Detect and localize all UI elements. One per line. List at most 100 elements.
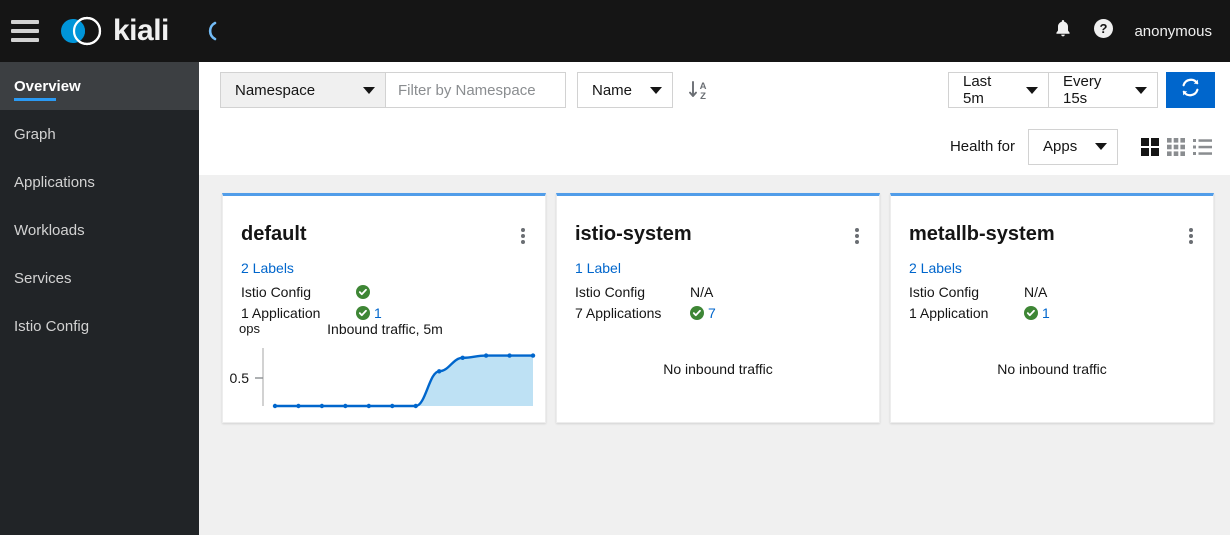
sidebar-item-label: Applications — [14, 173, 95, 191]
sidebar-item-label: Workloads — [14, 221, 85, 239]
toolbar: Namespace Name A Z Las — [199, 62, 1230, 175]
spinner-arc-icon — [201, 19, 225, 43]
sidebar-item-graph[interactable]: Graph — [0, 110, 199, 158]
sidebar-item-label: Services — [14, 269, 72, 287]
applications-count[interactable]: 1 — [374, 305, 382, 321]
card-stats: Istio Config N/A 7 Applications 7 — [575, 281, 865, 323]
content-area: Namespace Name A Z Las — [199, 62, 1230, 535]
no-traffic-message: No inbound traffic — [663, 361, 773, 377]
card-title: metallb-system — [909, 223, 1055, 245]
no-traffic-message: No inbound traffic — [997, 361, 1107, 377]
card-title: istio-system — [575, 223, 692, 245]
masthead-actions: ? anonymous — [1053, 18, 1230, 44]
namespace-card[interactable]: istio-system 1 Label Istio Config N/A 7 … — [556, 193, 880, 423]
sidebar-item-overview[interactable]: Overview — [0, 62, 199, 110]
brand-text: kiali — [113, 14, 169, 47]
sidebar-item-label: Overview — [14, 77, 81, 95]
hamburger-icon[interactable] — [11, 20, 39, 42]
list-view-icon[interactable] — [1193, 138, 1212, 156]
namespace-card[interactable]: default 2 Labels Istio Config 1 Applicat… — [222, 193, 546, 423]
namespace-card-grid: default 2 Labels Istio Config 1 Applicat… — [222, 193, 1214, 423]
sidebar-item-applications[interactable]: Applications — [0, 158, 199, 206]
istio-config-row: Istio Config N/A — [909, 281, 1199, 302]
card-labels-link[interactable]: 2 Labels — [909, 260, 962, 276]
card-labels-link[interactable]: 1 Label — [575, 260, 621, 276]
applications-count[interactable]: 7 — [708, 305, 716, 321]
toolbar-filter-row: Namespace Name A Z Las — [199, 62, 1230, 118]
card-title: default — [241, 223, 307, 245]
health-for-value: Apps — [1043, 138, 1078, 155]
sidebar-item-services[interactable]: Services — [0, 254, 199, 302]
refresh-interval-select[interactable]: Every 15s — [1049, 72, 1158, 108]
istio-config-label: Istio Config — [241, 283, 312, 300]
refresh-button[interactable] — [1166, 72, 1215, 108]
istio-config-status — [356, 284, 370, 299]
applications-status: 7 — [690, 305, 716, 321]
svg-text:?: ? — [1100, 21, 1108, 36]
svg-text:Z: Z — [700, 91, 706, 102]
time-range-select[interactable]: Last 5m — [948, 72, 1049, 108]
bell-icon[interactable] — [1053, 18, 1073, 44]
applications-row: 1 Application 1 — [241, 302, 531, 323]
kebab-menu-icon[interactable] — [515, 226, 531, 246]
kiali-logo — [57, 14, 103, 48]
masthead: kiali ? anonymous — [0, 0, 1230, 62]
namespace-card[interactable]: metallb-system 2 Labels Istio Config N/A… — [890, 193, 1214, 423]
brand[interactable]: kiali — [57, 14, 169, 48]
card-stats: Istio Config N/A 1 Application 1 — [909, 281, 1199, 323]
applications-label: 7 Applications — [575, 304, 662, 321]
time-controls: Last 5m Every 15s — [948, 72, 1230, 108]
applications-status: 1 — [1024, 305, 1050, 321]
chevron-down-icon — [363, 86, 375, 94]
refresh-icon — [1180, 77, 1201, 103]
chevron-down-icon — [1135, 86, 1147, 94]
applications-count[interactable]: 1 — [1042, 305, 1050, 321]
applications-label: 1 Application — [241, 304, 321, 321]
chevron-down-icon — [1026, 86, 1038, 94]
toolbar-health-row: Health for Apps — [199, 118, 1230, 175]
istio-config-status: N/A — [690, 283, 714, 300]
chevron-down-icon — [1095, 143, 1107, 150]
grid-expand-icon[interactable] — [1167, 137, 1185, 156]
username-label[interactable]: anonymous — [1134, 23, 1212, 40]
card-labels-link[interactable]: 2 Labels — [241, 260, 294, 276]
applications-row: 1 Application 1 — [909, 302, 1199, 323]
inbound-traffic-sparkline: ops Inbound traffic, 5m 0.5 — [223, 321, 547, 419]
namespace-filter-select[interactable]: Namespace — [220, 72, 386, 108]
sort-alpha-down-icon[interactable]: A Z — [687, 77, 711, 103]
namespace-filter-input[interactable] — [386, 72, 566, 108]
help-circle-icon[interactable]: ? — [1093, 18, 1114, 44]
health-for-label: Health for — [949, 138, 1015, 155]
istio-config-row: Istio Config N/A — [575, 281, 865, 302]
kebab-menu-icon[interactable] — [1183, 226, 1199, 246]
kebab-menu-icon[interactable] — [849, 226, 865, 246]
istio-config-label: Istio Config — [575, 283, 646, 300]
sidebar: Overview Graph Applications Workloads Se… — [0, 62, 199, 535]
kiali-overview-page: kiali ? anonymous Overview Graph Applica… — [0, 0, 1230, 535]
health-for-select[interactable]: Apps — [1028, 128, 1118, 165]
view-toggle-group — [1141, 137, 1212, 156]
sort-field-label: Name — [592, 81, 633, 99]
applications-status: 1 — [356, 305, 382, 321]
istio-config-label: Istio Config — [909, 283, 980, 300]
istio-config-row: Istio Config — [241, 281, 531, 302]
sidebar-item-workloads[interactable]: Workloads — [0, 206, 199, 254]
applications-row: 7 Applications 7 — [575, 302, 865, 323]
sort-field-select[interactable]: Name — [577, 72, 673, 108]
applications-label: 1 Application — [909, 304, 989, 321]
sidebar-item-label: Istio Config — [14, 317, 90, 335]
active-indicator — [14, 98, 56, 101]
time-range-label: Last 5m — [963, 73, 992, 107]
chevron-down-icon — [650, 86, 662, 94]
health-check-icon — [356, 305, 370, 320]
chart-svg: 0.5 — [230, 348, 536, 409]
refresh-interval-label: Every 15s — [1063, 73, 1102, 107]
chart-title: Inbound traffic, 5m — [327, 321, 443, 337]
istio-config-status: N/A — [1024, 283, 1048, 300]
health-check-icon — [1024, 305, 1038, 320]
sidebar-item-istio-config[interactable]: Istio Config — [0, 302, 199, 350]
svg-text:0.5: 0.5 — [230, 370, 250, 386]
card-stats: Istio Config 1 Application 1 — [241, 281, 531, 323]
grid-compact-icon[interactable] — [1141, 137, 1159, 156]
health-check-icon — [690, 305, 704, 320]
